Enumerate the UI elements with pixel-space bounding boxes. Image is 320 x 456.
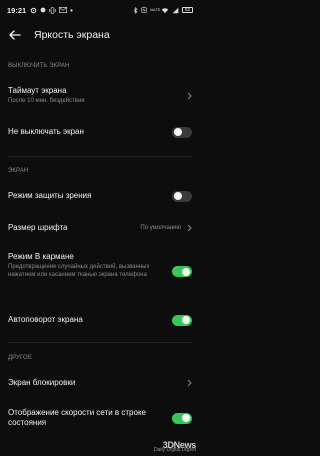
wifi-icon [161,7,169,13]
network-speed-toggle[interactable] [172,412,192,424]
auto-rotate-row[interactable]: Автоповорот экрана [0,310,200,330]
screen-timeout-label: Таймаут экрана [8,86,67,96]
lock-screen-row[interactable]: Экран блокировки [0,373,200,393]
font-size-value: По умолчанию [140,225,181,231]
gmail-icon [59,7,68,13]
watermark: 3DNews Daily Digital Digest [154,441,196,453]
divider [8,156,192,157]
record-icon [40,7,46,13]
chevron-right-icon [186,92,192,100]
toggle-knob [182,316,190,324]
signal-icon [172,7,179,13]
dot-icon [70,8,73,12]
section-header-screen-off: ВЫКЛЮЧИТЬ ЭКРАН [8,63,70,69]
screen-timeout-value: После 10 мин. бездействия [8,98,85,105]
gear-icon [30,7,37,13]
bluetooth-icon [133,6,138,14]
status-icons-right: VoLTE 52 [133,6,193,14]
toggle-knob [182,267,190,276]
status-bar: 19:21 VoLTE 52 [0,0,200,20]
back-button[interactable] [8,28,22,42]
toggle-knob [174,192,182,200]
watermark-text: Daily Digital Digest [154,447,196,453]
font-size-row[interactable]: Размер шрифта По умолчанию [0,218,200,238]
lock-screen-label: Экран блокировки [8,378,76,387]
section-header-other: ДРУГОЕ [8,355,32,361]
volte-icon: VoLTE [150,8,161,12]
toggle-knob [182,414,190,422]
pocket-mode-toggle[interactable] [172,266,192,277]
divider [8,342,192,343]
battery-icon: 52 [182,7,193,13]
chevron-right-icon [186,379,192,387]
page-title: Яркость экрана [34,29,110,41]
section-header-screen: ЭКРАН [8,168,29,174]
status-time: 19:21 [7,5,27,15]
eye-protection-row[interactable]: Режим защиты зрения [0,186,200,206]
arrow-left-icon [9,30,21,40]
auto-rotate-toggle[interactable] [172,314,192,326]
keep-screen-on-toggle[interactable] [172,126,192,138]
battery-level: 52 [184,7,190,12]
pocket-mode-description: Предотвращение случайных действий, вызва… [8,264,150,278]
nfc-icon [141,7,147,13]
eye-protection-toggle[interactable] [172,190,192,202]
screen-timeout-row[interactable]: Таймаут экрана После 10 мин. бездействия [0,81,200,111]
pocket-mode-label: Режим В кармане [8,252,74,261]
keep-screen-on-label: Не выключать экран [8,127,84,136]
chevron-right-icon [186,224,192,232]
pocket-mode-row[interactable]: Режим В кармане Предотвращение случайных… [0,252,200,292]
network-speed-row[interactable]: Отображение скорости сети в строке состо… [0,405,200,431]
app-bar: Яркость экрана [0,22,200,48]
vibrate-icon [49,6,56,14]
toggle-knob [174,128,182,136]
font-size-label: Размер шрифта [8,223,68,232]
status-icons-left [30,6,73,14]
eye-protection-label: Режим защиты зрения [8,191,92,200]
keep-screen-on-row[interactable]: Не выключать экран [0,122,200,142]
network-speed-label: Отображение скорости сети в строке состо… [8,408,146,427]
auto-rotate-label: Автоповорот экрана [8,315,83,324]
